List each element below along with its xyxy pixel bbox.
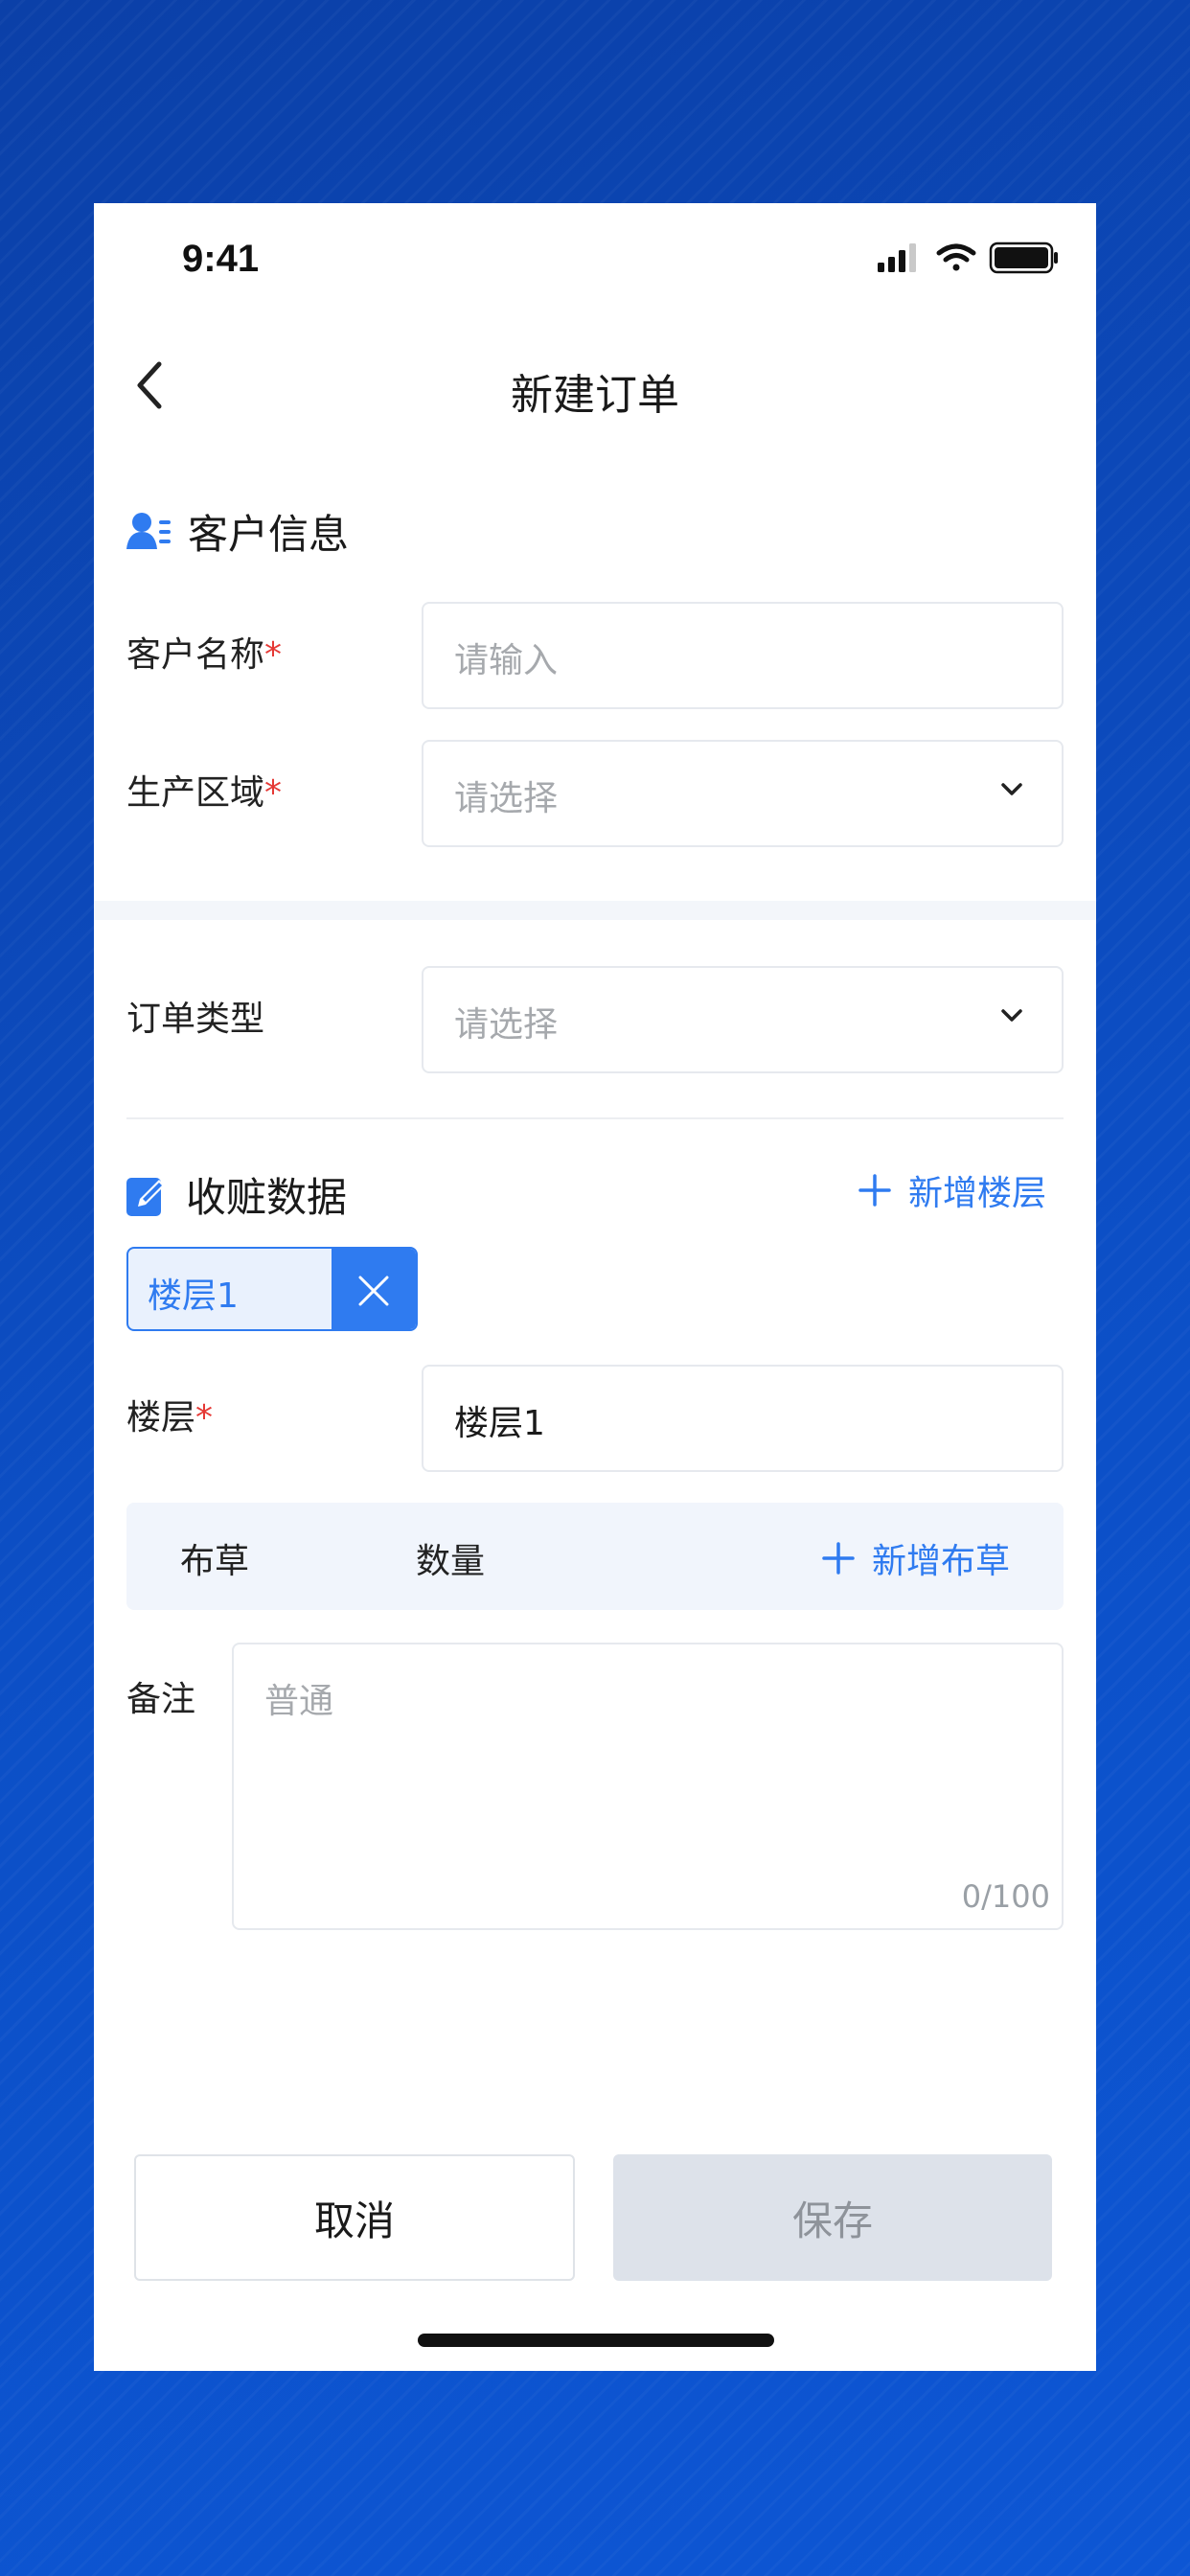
- chevron-down-icon: [1001, 783, 1022, 795]
- customer-info-icon: [126, 512, 171, 549]
- cloth-table-header: 布草 数量 新增布草: [126, 1503, 1064, 1610]
- receipt-section-header: 收赃数据: [126, 1165, 347, 1224]
- divider: [126, 1117, 1064, 1119]
- remove-floor-button[interactable]: [332, 1249, 416, 1329]
- remark-counter: 0/100: [961, 1878, 1050, 1915]
- customer-section-header: 客户信息: [126, 502, 349, 561]
- section-title-customer: 客户信息: [188, 511, 350, 558]
- edit-document-icon: [126, 1177, 165, 1216]
- required-mark: *: [264, 773, 283, 813]
- wifi-icon: [936, 243, 976, 271]
- floor-value: 楼层1: [454, 1404, 545, 1443]
- section-divider: [94, 901, 1096, 920]
- remark-label: 备注: [126, 1680, 196, 1719]
- floor-tab[interactable]: 楼层1: [126, 1247, 418, 1331]
- add-floor-button[interactable]: 新增楼层: [858, 1165, 1046, 1215]
- required-mark: *: [264, 635, 283, 675]
- production-area-label: 生产区域*: [126, 773, 283, 813]
- column-quantity: 数量: [416, 1542, 486, 1581]
- close-icon: [358, 1276, 389, 1306]
- floor-tab-label: 楼层1: [148, 1276, 239, 1316]
- order-type-label: 订单类型: [126, 1000, 265, 1039]
- plus-icon: [822, 1542, 855, 1575]
- floor-label: 楼层*: [126, 1398, 214, 1438]
- chevron-down-icon: [1001, 1009, 1022, 1022]
- phone-screen: 9:41 新建订单 客户信息 客户名称* 请输入 生产区域* 请选择 订单类型 …: [94, 203, 1096, 2371]
- signal-icon: [878, 243, 916, 272]
- remark-textarea[interactable]: 普通 0/100: [232, 1643, 1064, 1930]
- page-title: 新建订单: [511, 371, 679, 420]
- customer-name-placeholder: 请输入: [454, 641, 559, 680]
- required-mark: *: [195, 1398, 214, 1438]
- remark-placeholder: 普通: [264, 1682, 334, 1721]
- plus-icon: [858, 1174, 891, 1207]
- order-type-placeholder: 请选择: [454, 1005, 559, 1045]
- customer-name-label: 客户名称*: [126, 635, 283, 675]
- customer-name-input[interactable]: 请输入: [422, 602, 1064, 709]
- section-title-receipt: 收赃数据: [186, 1174, 348, 1221]
- home-indicator: [418, 2334, 774, 2347]
- add-floor-label: 新增楼层: [908, 1174, 1047, 1213]
- status-icons: [878, 242, 1058, 274]
- production-area-placeholder: 请选择: [454, 779, 559, 818]
- save-button[interactable]: 保存: [613, 2154, 1052, 2281]
- column-cloth: 布草: [180, 1542, 250, 1581]
- add-cloth-button[interactable]: 新增布草: [822, 1533, 1010, 1583]
- order-type-select[interactable]: 请选择: [422, 966, 1064, 1073]
- floor-input[interactable]: 楼层1: [422, 1365, 1064, 1472]
- status-time: 9:41: [182, 238, 260, 280]
- cancel-button[interactable]: 取消: [134, 2154, 575, 2281]
- production-area-select[interactable]: 请选择: [422, 740, 1064, 847]
- battery-icon: [989, 242, 1058, 274]
- add-cloth-label: 新增布草: [872, 1542, 1011, 1581]
